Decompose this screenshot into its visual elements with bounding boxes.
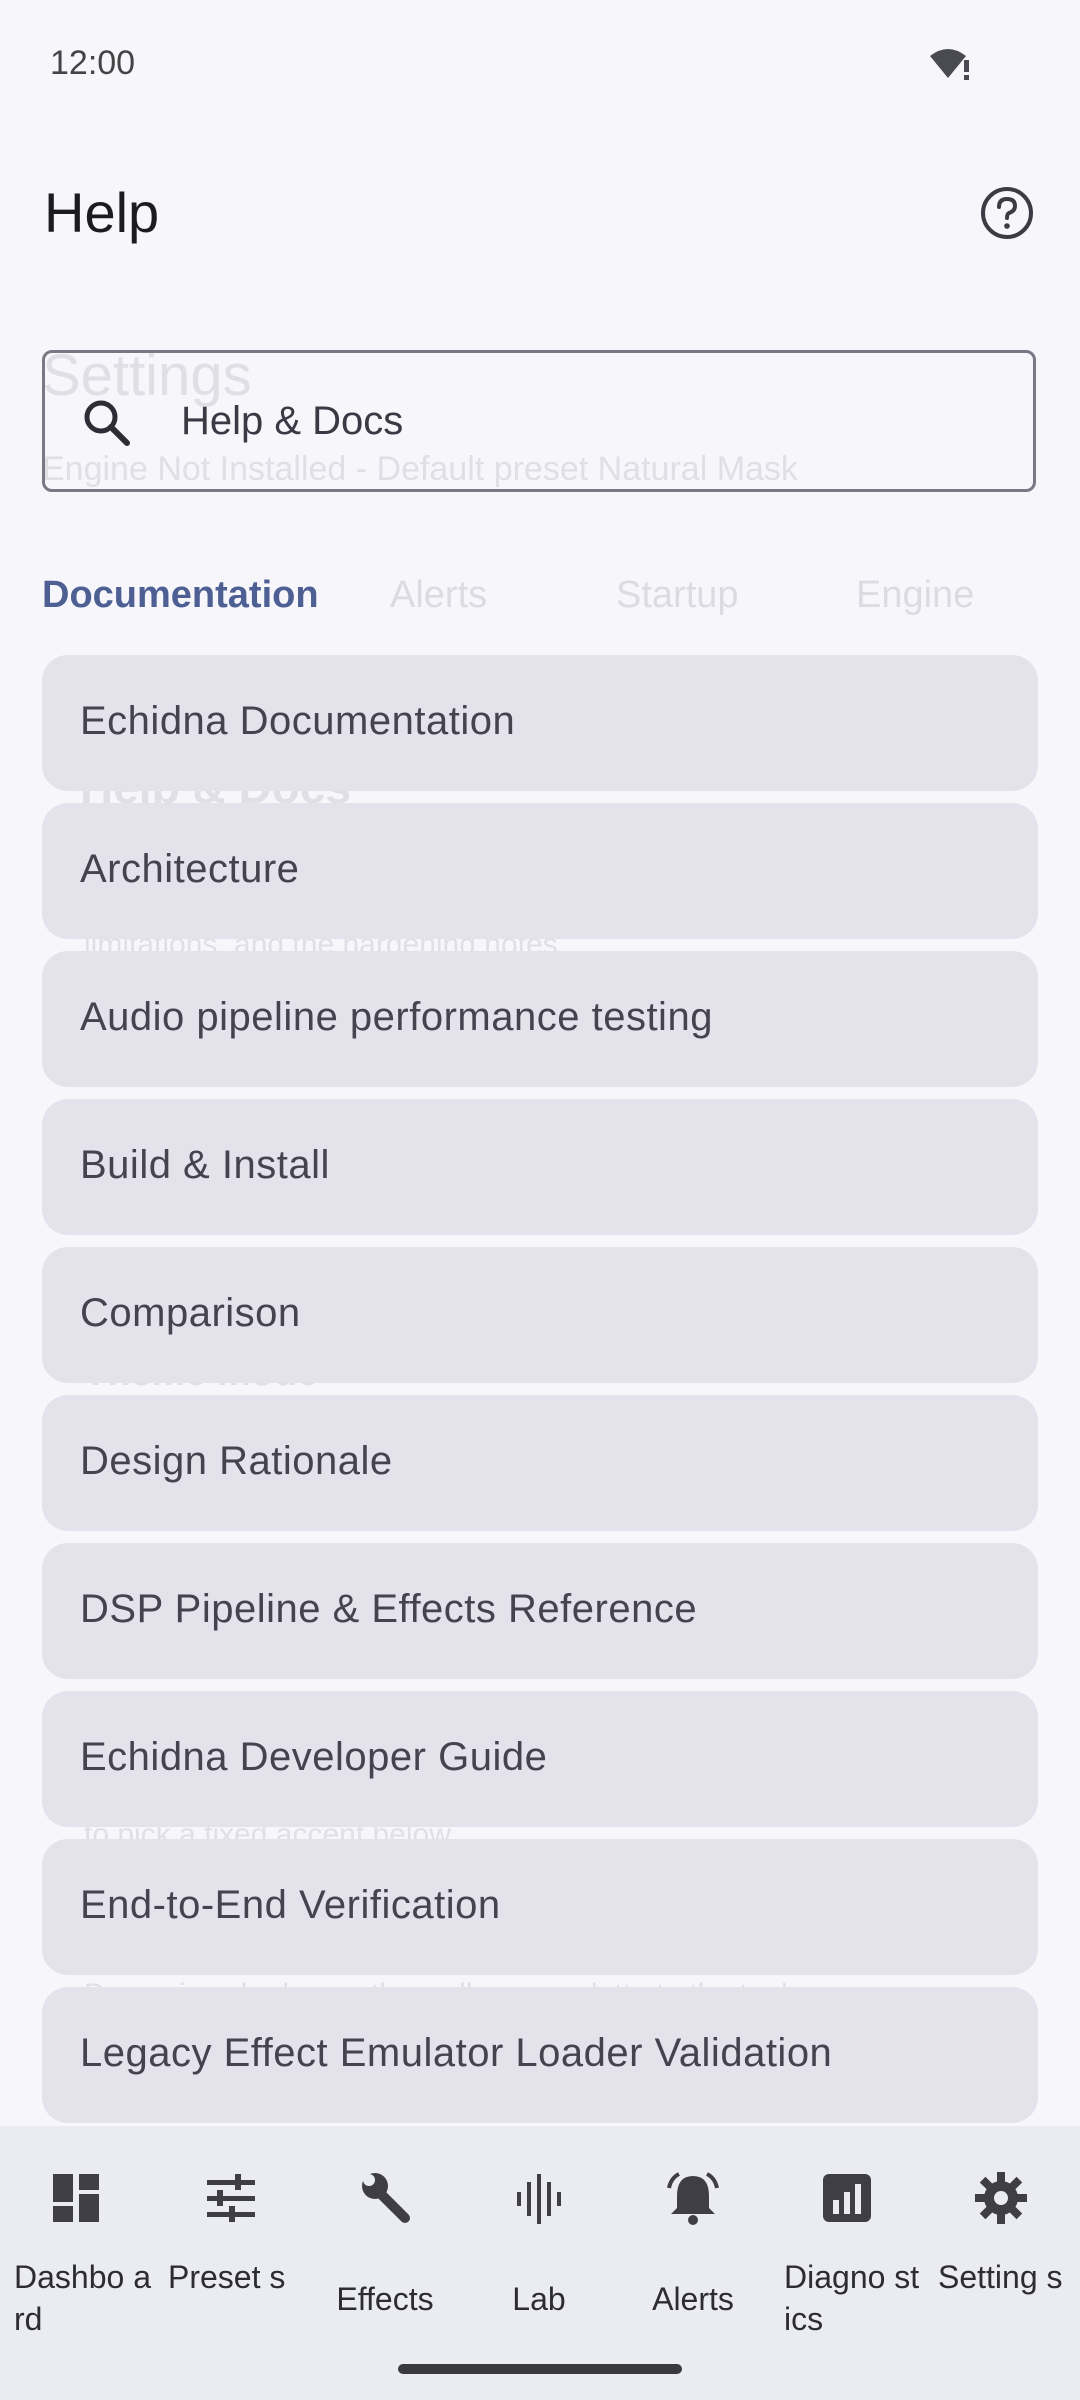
doc-item-legacy-loader-validation[interactable]: Legacy Effect Emulator Loader Validation: [42, 1987, 1038, 2123]
doc-item-audio-pipeline-testing[interactable]: Audio pipeline performance testing: [42, 951, 1038, 1087]
doc-item-label: End-to-End Verification: [80, 1883, 501, 1927]
nav-label: Setting s: [938, 2259, 1063, 2295]
doc-item-developer-guide[interactable]: Echidna Developer Guide: [42, 1691, 1038, 1827]
tune-icon: [201, 2168, 261, 2228]
doc-item-label: Design Rationale: [80, 1439, 393, 1483]
tab-row: Documentation Alerts Startup Engine: [0, 560, 1080, 640]
help-button[interactable]: [972, 180, 1042, 250]
nav-dashboard[interactable]: Dashbo ard: [0, 2146, 154, 2337]
doc-item-architecture[interactable]: Architecture: [42, 803, 1038, 939]
search-input[interactable]: Help & Docs: [181, 399, 403, 444]
nav-label: Dashbo ard: [14, 2259, 151, 2337]
doc-item-label: Build & Install: [80, 1143, 330, 1187]
tab-alerts[interactable]: Alerts: [390, 574, 487, 617]
nav-label: Lab: [512, 2281, 566, 2317]
home-indicator[interactable]: [398, 2364, 682, 2374]
doc-item-label: Architecture: [80, 847, 300, 891]
nav-alerts[interactable]: Alerts: [616, 2146, 770, 2326]
gear-icon: [971, 2168, 1031, 2228]
wrench-icon: [355, 2168, 415, 2228]
doc-item-echidna-documentation[interactable]: Echidna Documentation: [42, 655, 1038, 791]
doc-item-label: Echidna Documentation: [80, 699, 516, 743]
tab-documentation[interactable]: Documentation: [42, 574, 319, 617]
search-icon: [79, 395, 135, 456]
wifi-alert-icon: [928, 46, 972, 87]
search-field[interactable]: Help & Docs: [42, 350, 1036, 492]
doc-item-label: Comparison: [80, 1291, 301, 1335]
nav-effects[interactable]: Effects: [308, 2146, 462, 2326]
bottom-nav: Dashbo ard Preset s Effects Lab Alerts D…: [0, 2126, 1080, 2400]
tab-engine[interactable]: Engine: [856, 574, 974, 617]
nav-label: Preset s: [168, 2259, 286, 2295]
nav-label: Alerts: [652, 2281, 734, 2317]
waveform-icon: [509, 2168, 569, 2228]
nav-lab[interactable]: Lab: [462, 2146, 616, 2326]
doc-item-label: Audio pipeline performance testing: [80, 995, 713, 1039]
doc-item-dsp-pipeline[interactable]: DSP Pipeline & Effects Reference: [42, 1543, 1038, 1679]
doc-item-label: DSP Pipeline & Effects Reference: [80, 1587, 698, 1631]
nav-diagnostics[interactable]: Diagno stics: [770, 2146, 924, 2337]
page-title: Help: [44, 181, 160, 244]
doc-item-label: Legacy Effect Emulator Loader Validation: [80, 2031, 833, 2075]
help-circle-icon: [979, 185, 1035, 246]
doc-item-e2e-verification[interactable]: End-to-End Verification: [42, 1839, 1038, 1975]
doc-item-design-rationale[interactable]: Design Rationale: [42, 1395, 1038, 1531]
status-bar: 12:00: [0, 0, 1080, 130]
bar-chart-icon: [817, 2168, 877, 2228]
doc-item-label: Echidna Developer Guide: [80, 1735, 548, 1779]
nav-label: Diagno stics: [784, 2259, 920, 2337]
doc-item-build-install[interactable]: Build & Install: [42, 1099, 1038, 1235]
bell-icon: [663, 2168, 723, 2228]
top-app-bar: Help: [0, 150, 1080, 270]
nav-settings[interactable]: Setting s: [924, 2146, 1078, 2326]
nav-label: Effects: [336, 2281, 434, 2317]
nav-presets[interactable]: Preset s: [154, 2146, 308, 2326]
status-time: 12:00: [50, 44, 136, 82]
doc-item-comparison[interactable]: Comparison: [42, 1247, 1038, 1383]
dashboard-icon: [47, 2168, 107, 2228]
tab-startup[interactable]: Startup: [616, 574, 739, 617]
